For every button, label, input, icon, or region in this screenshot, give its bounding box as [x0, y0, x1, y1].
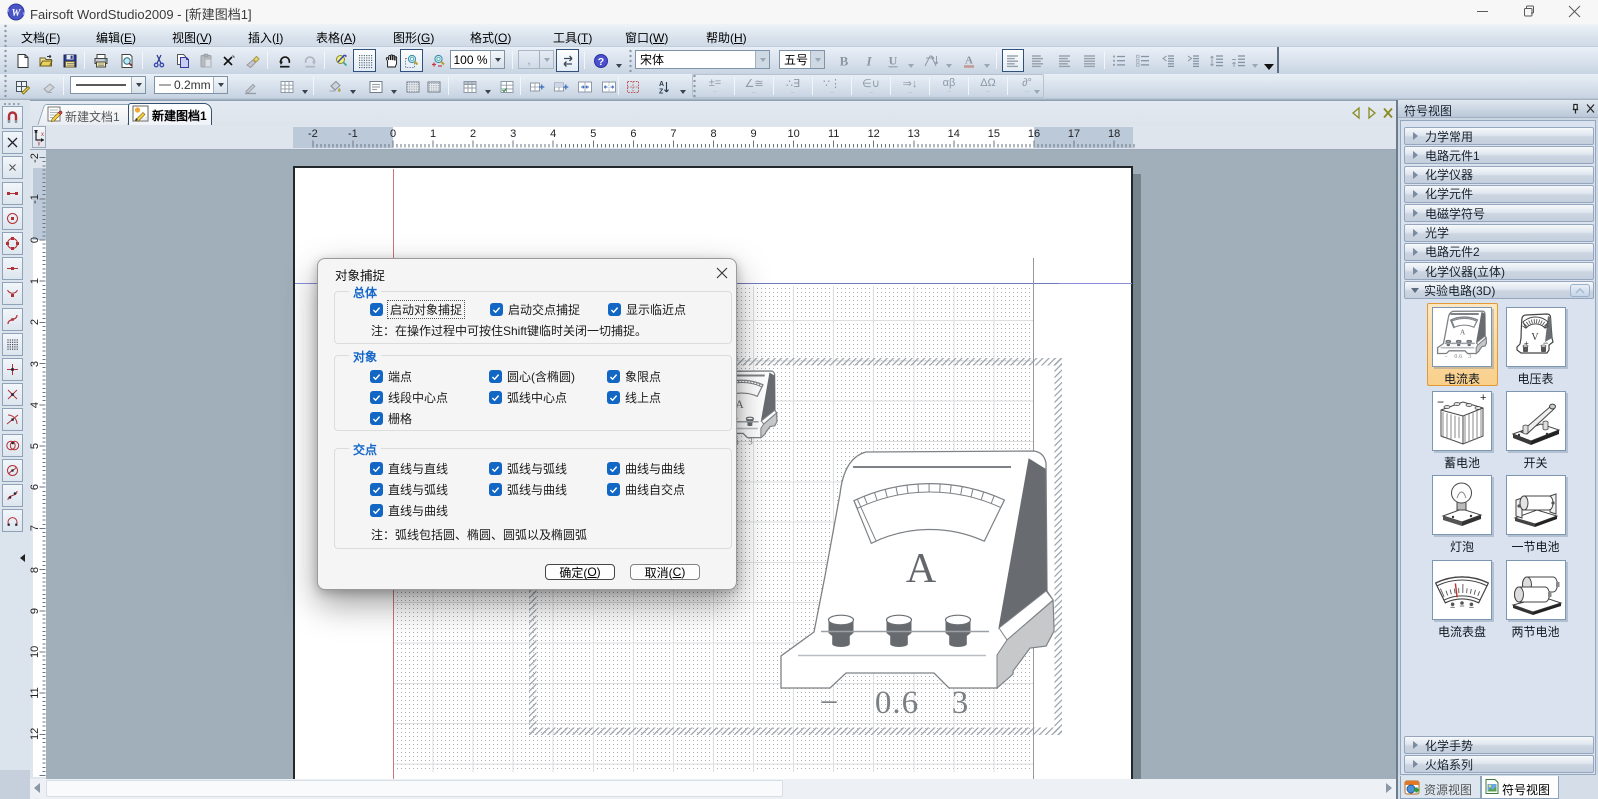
svg-text:W: W: [12, 8, 22, 19]
svg-text:+: +: [1480, 392, 1486, 404]
svg-text:B: B: [840, 53, 849, 68]
svg-text:A: A: [659, 81, 664, 88]
svg-text:−: −: [1437, 395, 1444, 409]
svg-text:V: V: [1531, 332, 1539, 343]
svg-text:?: ?: [597, 56, 603, 68]
svg-text:A: A: [965, 54, 973, 66]
svg-text:x: x: [41, 132, 44, 138]
svg-text:I: I: [865, 53, 872, 68]
svg-text:Z: Z: [659, 88, 664, 95]
svg-text:U: U: [889, 53, 898, 67]
svg-text:y: y: [38, 141, 41, 146]
